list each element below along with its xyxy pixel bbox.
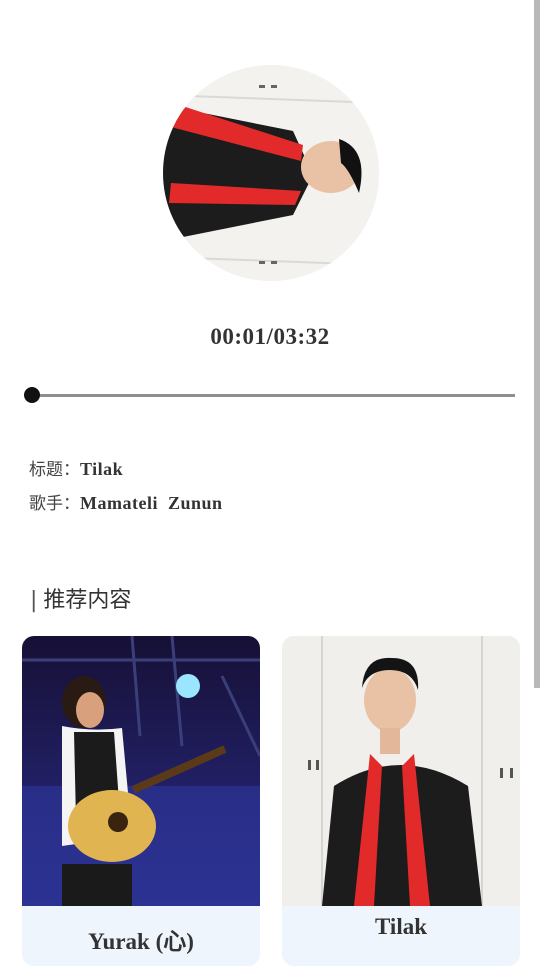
progress-track[interactable] [30, 394, 515, 397]
progress-thumb[interactable] [24, 387, 41, 403]
track-artist-label: 歌手： [29, 494, 80, 514]
track-artist-row: 歌手：Mamateli Zunun [29, 489, 223, 514]
recommend-cover-image [22, 636, 260, 906]
section-heading: | 推荐内容 [30, 582, 131, 614]
album-cover-graphic [163, 65, 379, 281]
recommend-cover-image [282, 636, 520, 906]
album-cover-image [163, 65, 379, 281]
singer-portrait-image [282, 636, 520, 906]
track-artist-value: Mamateli Zunun [80, 493, 223, 513]
recommend-title: Tilak [375, 914, 427, 939]
playback-time: 00:01/03:32 [210, 324, 330, 349]
recommend-title: Yurak (心) [88, 929, 194, 954]
track-title-value: Tilak [80, 459, 124, 479]
recommend-card-yurak[interactable]: Yurak (心) [22, 636, 260, 966]
track-title-row: 标题：Tilak [29, 455, 123, 480]
section-title: 推荐内容 [43, 588, 132, 613]
guitarist-image [22, 636, 260, 906]
section-marker: | [30, 588, 38, 613]
recommend-card-tilak[interactable]: Tilak [282, 636, 520, 966]
track-title-label: 标题： [29, 460, 80, 480]
